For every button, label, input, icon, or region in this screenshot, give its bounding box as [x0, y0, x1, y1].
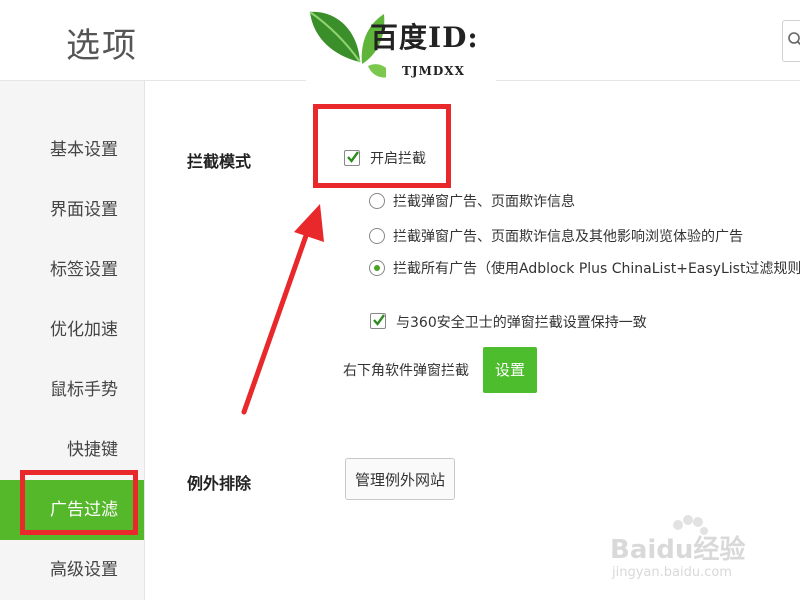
page-title: 选项	[66, 26, 138, 66]
search-input[interactable]	[782, 20, 800, 62]
search-icon	[787, 31, 800, 53]
option-popup-fraud-other-label: 拦截弹窗广告、页面欺诈信息及其他影响浏览体验的广告	[393, 229, 743, 245]
jingyan-watermark-url: jingyan.baidu.com	[612, 565, 732, 580]
sidebar-item-interface[interactable]: 界面设置	[0, 180, 144, 240]
popup-settings-button[interactable]: 设置	[483, 347, 537, 393]
option-popup-fraud-label: 拦截弹窗广告、页面欺诈信息	[393, 194, 575, 210]
sidebar-item-basic[interactable]: 基本设置	[0, 120, 144, 180]
red-arrow-icon	[241, 204, 324, 415]
option-popup-fraud-other-radio[interactable]	[369, 228, 385, 244]
checkmark-icon	[373, 314, 385, 326]
watermark-logo-text: 百度ID:	[370, 21, 479, 54]
highlight-box-enable	[313, 104, 451, 188]
option-block-all-radio[interactable]	[369, 260, 385, 276]
option-popup-fraud-radio[interactable]	[369, 193, 385, 209]
popup-block-label: 右下角软件弹窗拦截	[343, 363, 469, 379]
sidebar-item-advanced[interactable]: 高级设置	[0, 540, 144, 600]
exceptions-label: 例外排除	[187, 474, 252, 493]
sync-360-checkbox[interactable]	[370, 313, 386, 329]
sync-360-label: 与360安全卫士的弹窗拦截设置保持一致	[396, 315, 647, 331]
block-mode-label: 拦截模式	[187, 152, 252, 171]
sidebar-item-optimize[interactable]: 优化加速	[0, 300, 144, 360]
highlight-box-adblock	[20, 470, 138, 535]
watermark-logo: 百度ID: TJMDXX	[306, 6, 496, 84]
sidebar-item-tabs[interactable]: 标签设置	[0, 240, 144, 300]
option-block-all-label: 拦截所有广告（使用Adblock Plus ChinaList+EasyList…	[393, 261, 800, 277]
manage-exceptions-button[interactable]: 管理例外网站	[345, 458, 455, 500]
sidebar-item-mouse-gestures[interactable]: 鼠标手势	[0, 360, 144, 420]
jingyan-watermark-text: Baidu经验	[610, 535, 746, 565]
watermark-logo-subtext: TJMDXX	[402, 64, 465, 78]
